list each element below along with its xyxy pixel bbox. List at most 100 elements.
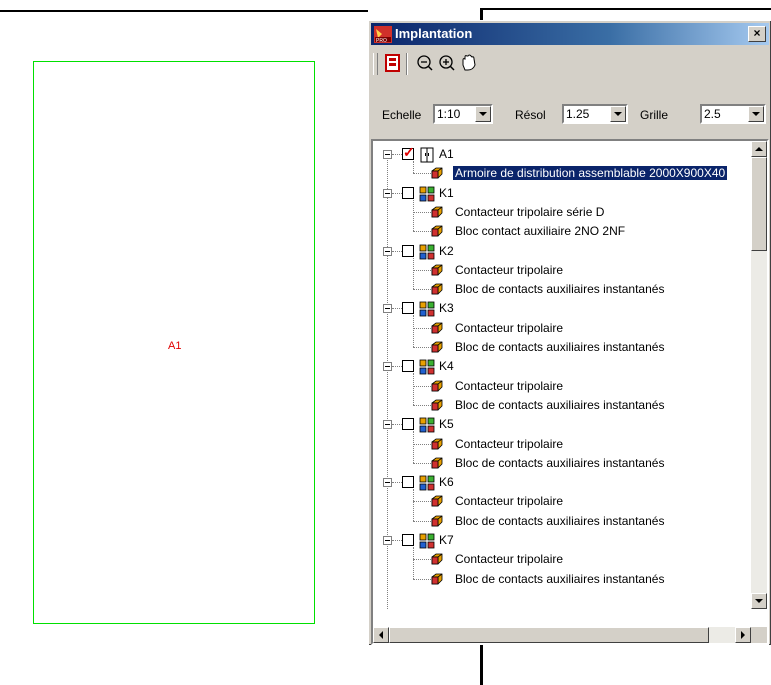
tree-node-k7[interactable]: K7	[373, 531, 751, 550]
node-label: K4	[439, 359, 454, 374]
tree-connector	[413, 231, 431, 233]
component-cube-icon	[431, 322, 443, 334]
tree-connector	[413, 347, 431, 348]
node-label: K7	[439, 533, 454, 547]
tree-child-item[interactable]: Bloc de contacts auxiliaires instantanés	[373, 338, 751, 357]
component-cube-icon	[431, 206, 443, 218]
component-cube-icon	[431, 438, 443, 450]
echelle-label: Echelle	[382, 108, 422, 122]
tree-child-item[interactable]: Contacteur tripolaire	[373, 377, 751, 396]
layout-icon[interactable]	[381, 51, 405, 75]
component-label: Contacteur tripolaire	[455, 378, 564, 393]
close-button[interactable]: ×	[748, 26, 766, 42]
node-checkbox[interactable]	[402, 302, 414, 315]
scroll-down-button[interactable]	[751, 593, 767, 609]
tree-child-item[interactable]: Contacteur tripolaire	[373, 550, 751, 569]
node-checkbox[interactable]	[402, 186, 414, 199]
tree-connector	[413, 289, 431, 291]
cabinet-icon	[419, 147, 435, 163]
tree-child-item[interactable]: Contacteur tripolaire	[373, 492, 751, 511]
tree-node-k5[interactable]: K5	[373, 415, 751, 434]
tree-child-item[interactable]: Armoire de distribution assemblable 2000…	[373, 164, 751, 183]
scroll-right-button[interactable]	[735, 627, 751, 643]
zoom-out-icon[interactable]	[413, 51, 437, 75]
tree-node-a1[interactable]: A1	[373, 144, 751, 164]
component-cube-icon	[431, 264, 443, 276]
resol-select[interactable]: 1.25	[562, 104, 628, 124]
tree-connector	[413, 462, 431, 464]
collapse-icon[interactable]	[383, 536, 392, 545]
tree-child-item[interactable]: Bloc de contacts auxiliaires instantanés	[373, 512, 751, 531]
tree-branch-line	[413, 489, 414, 521]
component-label: Contacteur tripolaire	[455, 262, 564, 277]
cabinet-label: A1	[168, 340, 182, 352]
collapse-icon[interactable]	[383, 420, 392, 430]
tree-child-item[interactable]: Bloc de contacts auxiliaires instantanés	[373, 280, 751, 299]
node-checkbox[interactable]	[402, 418, 414, 431]
chevron-down-icon[interactable]	[748, 106, 764, 122]
component-cube-icon	[431, 573, 443, 585]
zoom-in-icon[interactable]	[435, 51, 459, 75]
node-checkbox[interactable]	[402, 476, 414, 489]
group-icon	[419, 475, 435, 491]
grille-select[interactable]: 2.5	[700, 104, 766, 124]
tree-child-item[interactable]: Contacteur tripolaire série D	[373, 203, 751, 222]
group-icon	[419, 186, 435, 202]
tree-connector	[392, 540, 402, 541]
cabinet-outline-a1[interactable]: A1	[33, 61, 315, 624]
node-checkbox[interactable]	[402, 144, 415, 161]
canvas-divider-bottom	[480, 645, 483, 685]
collapse-icon[interactable]	[383, 150, 392, 159]
tree-child-item[interactable]: Contacteur tripolaire	[373, 319, 751, 338]
tree-child-item[interactable]: Contacteur tripolaire	[373, 435, 751, 454]
tree-connector	[392, 308, 402, 310]
node-label: K6	[439, 475, 454, 490]
tree-node-k3[interactable]: K3	[373, 299, 751, 318]
collapse-icon[interactable]	[383, 188, 392, 198]
tree-child-item[interactable]: Bloc contact auxiliaire 2NO 2NF	[373, 222, 751, 241]
component-cube-icon	[431, 167, 443, 179]
collapse-icon[interactable]	[383, 304, 392, 314]
node-checkbox[interactable]	[402, 534, 414, 546]
hscroll-thumb[interactable]	[389, 627, 709, 643]
tree-branch-line	[413, 315, 414, 347]
scroll-left-button[interactable]	[373, 627, 389, 643]
tree-connector	[413, 443, 431, 445]
node-checkbox[interactable]	[402, 360, 414, 373]
tree-node-k2[interactable]: K2	[373, 242, 751, 261]
tree-branch-line	[413, 373, 414, 405]
tree-child-item[interactable]: Bloc de contacts auxiliaires instantanés	[373, 396, 751, 415]
echelle-select[interactable]: 1:10	[433, 104, 493, 124]
pan-hand-icon[interactable]	[457, 51, 481, 75]
chevron-down-icon[interactable]	[610, 106, 626, 122]
collapse-icon[interactable]	[383, 362, 392, 372]
collapse-icon[interactable]	[383, 246, 392, 256]
component-cube-icon	[431, 399, 443, 411]
tree-connector	[392, 154, 402, 155]
horizontal-scrollbar[interactable]	[373, 627, 751, 643]
component-cube-icon	[431, 515, 443, 527]
scroll-up-button[interactable]	[751, 141, 767, 157]
tree-branch-line	[413, 257, 414, 290]
node-checkbox[interactable]	[402, 244, 414, 257]
size-grip-icon[interactable]	[751, 627, 767, 643]
tree-connector	[413, 578, 431, 580]
tree-node-k4[interactable]: K4	[373, 357, 751, 376]
tree-child-item[interactable]: Contacteur tripolaire	[373, 261, 751, 280]
tree-child-item[interactable]: Bloc de contacts auxiliaires instantanés	[373, 454, 751, 473]
tree-node-k1[interactable]: K1	[373, 184, 751, 203]
tree-node-k6[interactable]: K6	[373, 473, 751, 492]
tree-connector	[392, 250, 402, 252]
collapse-icon[interactable]	[383, 478, 392, 488]
tree-connector	[392, 366, 402, 368]
window-titlebar[interactable]: PRO Implantation ×	[371, 23, 769, 45]
component-tree[interactable]: A1 Armoire de distribution assemblable 20…	[371, 139, 769, 645]
tree-view[interactable]: A1 Armoire de distribution assemblable 20…	[373, 141, 751, 609]
tree-child-item[interactable]: Bloc de contacts auxiliaires instantanés	[373, 570, 751, 589]
component-label: Armoire de distribution assemblable 2000…	[451, 165, 729, 182]
chevron-down-icon[interactable]	[475, 106, 491, 122]
scroll-thumb[interactable]	[751, 157, 767, 251]
resol-label: Résol	[515, 108, 546, 122]
vertical-scrollbar[interactable]	[751, 141, 767, 609]
toolbar-grip[interactable]	[373, 53, 378, 75]
